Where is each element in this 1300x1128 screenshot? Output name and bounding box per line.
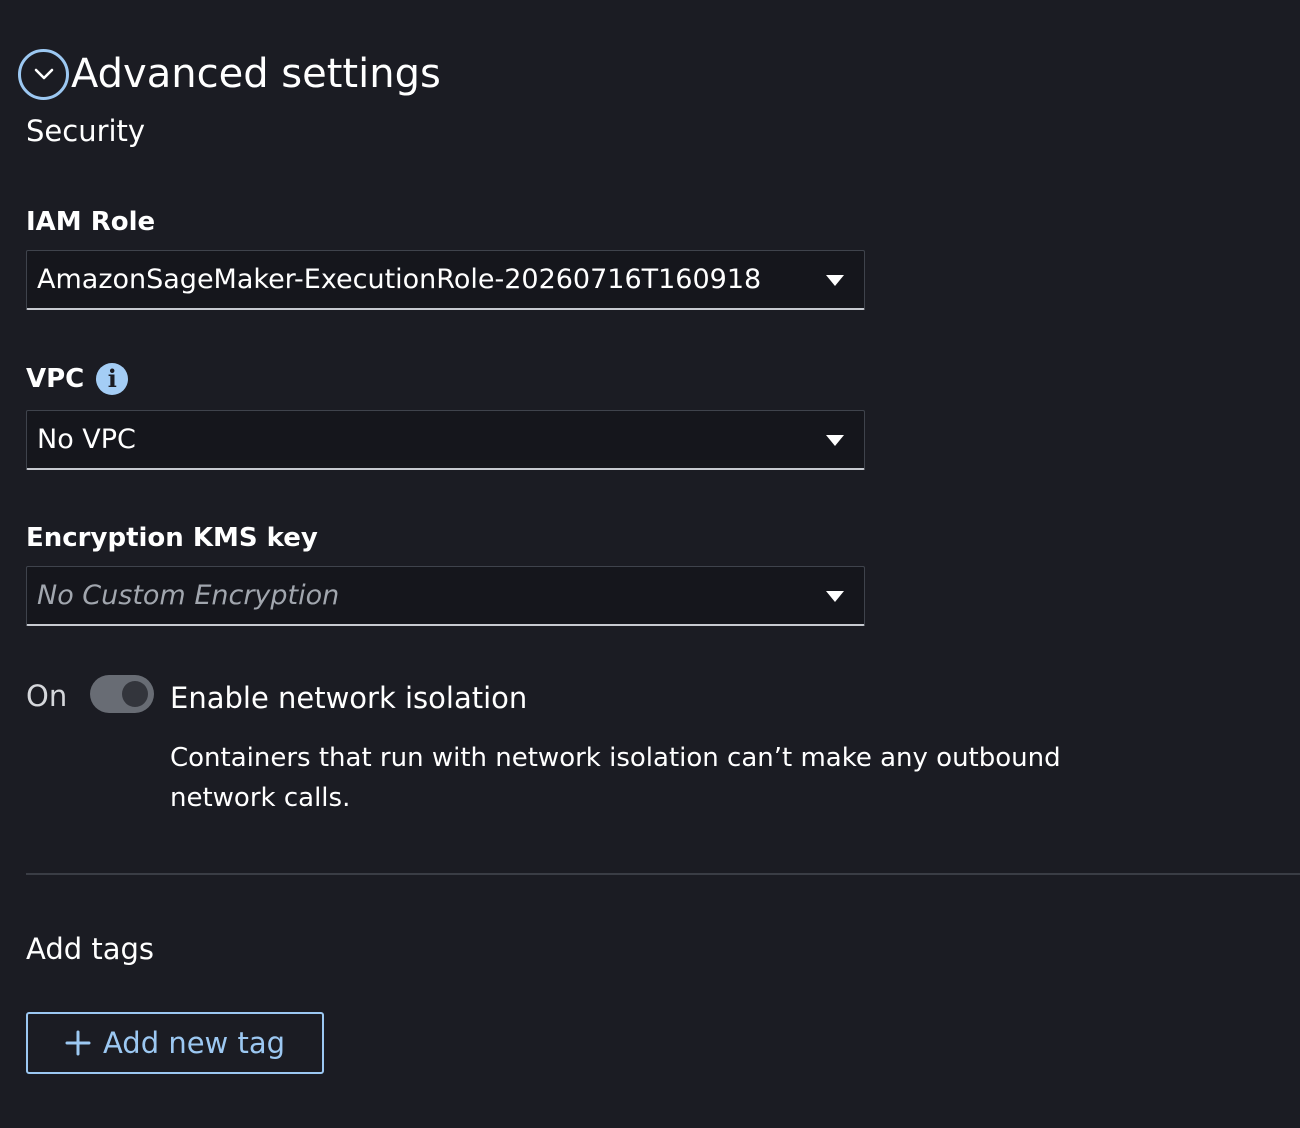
advanced-settings-toggle[interactable]: Advanced settings [18,46,441,102]
kms-key-select[interactable]: No Custom Encryption [26,566,865,626]
network-isolation-state-label: On [26,679,68,713]
section-divider [26,873,1300,875]
toggle-knob [122,681,148,707]
vpc-label: VPC i [26,363,129,395]
add-tags-heading: Add tags [26,932,155,966]
network-isolation-toggle[interactable] [90,675,154,713]
iam-role-label-text: IAM Role [26,207,156,237]
advanced-settings-panel: Advanced settings Security IAM Role Amaz… [0,0,1300,1128]
iam-role-label: IAM Role [26,206,155,238]
security-heading: Security [26,114,146,148]
add-new-tag-button[interactable]: Add new tag [26,1012,324,1074]
chevron-down-icon[interactable] [18,48,69,100]
caret-down-icon [826,435,844,446]
kms-key-label: Encryption KMS key [26,522,318,554]
vpc-label-text: VPC [26,364,85,394]
iam-role-select[interactable]: AmazonSageMaker-ExecutionRole-20260716T1… [26,250,865,310]
caret-down-icon [826,591,844,602]
network-isolation-title: Enable network isolation [170,681,528,715]
caret-down-icon [826,275,844,286]
network-isolation-description: Containers that run with network isolati… [170,743,1061,813]
kms-key-placeholder: No Custom Encryption [37,580,340,611]
section-title: Advanced settings [71,51,441,97]
info-icon[interactable]: i [96,363,129,395]
vpc-value: No VPC [37,424,136,455]
iam-role-value: AmazonSageMaker-ExecutionRole-20260716T1… [37,264,762,295]
add-new-tag-label: Add new tag [102,1026,286,1060]
vpc-select[interactable]: No VPC [26,410,865,470]
plus-icon [65,1030,91,1056]
kms-key-label-text: Encryption KMS key [26,523,318,553]
